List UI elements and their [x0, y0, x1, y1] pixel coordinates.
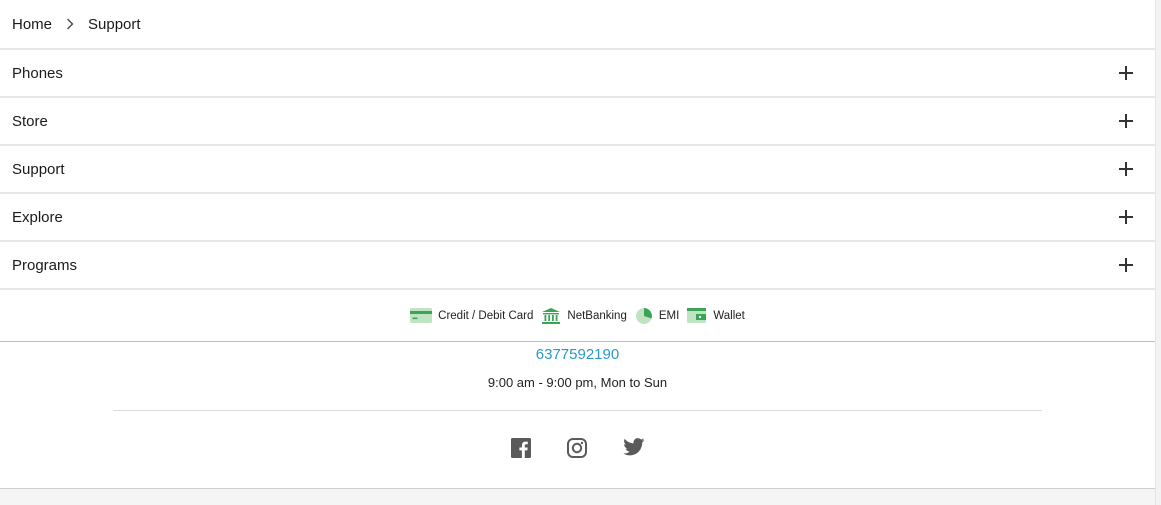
- accordion-item-explore[interactable]: Explore: [0, 194, 1155, 242]
- payment-wallet-label: Wallet: [713, 309, 745, 322]
- payment-methods: Credit / Debit Card NetBanking EMI Walle…: [0, 290, 1155, 342]
- plus-icon[interactable]: [1119, 210, 1133, 224]
- wallet-icon: [687, 307, 707, 323]
- accordion-item-label: Explore: [12, 208, 63, 226]
- contact-section: 6377592190 9:00 am - 9:00 pm, Mon to Sun: [0, 345, 1155, 460]
- breadcrumb: Home Support: [0, 0, 1155, 50]
- twitter-icon[interactable]: [622, 438, 645, 460]
- pie-chart-icon: [635, 307, 652, 324]
- accordion-item-label: Store: [12, 112, 48, 130]
- page: Home Support Phones Store Support Explor…: [0, 0, 1155, 505]
- breadcrumb-current: Support: [88, 15, 141, 33]
- footer-bottom-band: [0, 488, 1155, 505]
- payment-method-emi: EMI: [635, 307, 679, 325]
- accordion-item-label: Phones: [12, 64, 63, 82]
- support-hours: 9:00 am - 9:00 pm, Mon to Sun: [487, 375, 668, 390]
- contact-divider: [113, 410, 1042, 411]
- payment-method-wallet: Wallet: [687, 307, 745, 324]
- instagram-icon[interactable]: [566, 438, 589, 460]
- accordion-item-label: Support: [12, 160, 65, 178]
- payment-method-card: Credit / Debit Card: [410, 308, 533, 323]
- accordion-item-store[interactable]: Store: [0, 98, 1155, 146]
- payment-card-label: Credit / Debit Card: [438, 309, 534, 322]
- accordion-item-label: Programs: [12, 256, 78, 274]
- scrollbar[interactable]: [1155, 0, 1161, 505]
- payment-emi-label: EMI: [658, 309, 680, 322]
- accordion-item-programs[interactable]: Programs: [0, 242, 1155, 290]
- accordion-item-support[interactable]: Support: [0, 146, 1155, 194]
- plus-icon[interactable]: [1119, 114, 1133, 128]
- payment-method-netbanking: NetBanking: [541, 307, 627, 325]
- footer-accordion: Phones Store Support Explore Programs: [0, 50, 1155, 290]
- credit-card-icon: [410, 308, 433, 323]
- plus-icon[interactable]: [1119, 66, 1133, 80]
- breadcrumb-home-link[interactable]: Home: [12, 16, 52, 33]
- support-phone-link[interactable]: 6377592190: [0, 345, 1155, 365]
- bank-icon: [542, 307, 561, 324]
- payment-netbanking-label: NetBanking: [567, 309, 627, 322]
- facebook-icon[interactable]: [510, 438, 533, 460]
- accordion-item-phones[interactable]: Phones: [0, 50, 1155, 98]
- social-links: [0, 438, 1155, 460]
- plus-icon[interactable]: [1119, 258, 1133, 272]
- chevron-right-icon: [66, 18, 74, 30]
- plus-icon[interactable]: [1119, 162, 1133, 176]
